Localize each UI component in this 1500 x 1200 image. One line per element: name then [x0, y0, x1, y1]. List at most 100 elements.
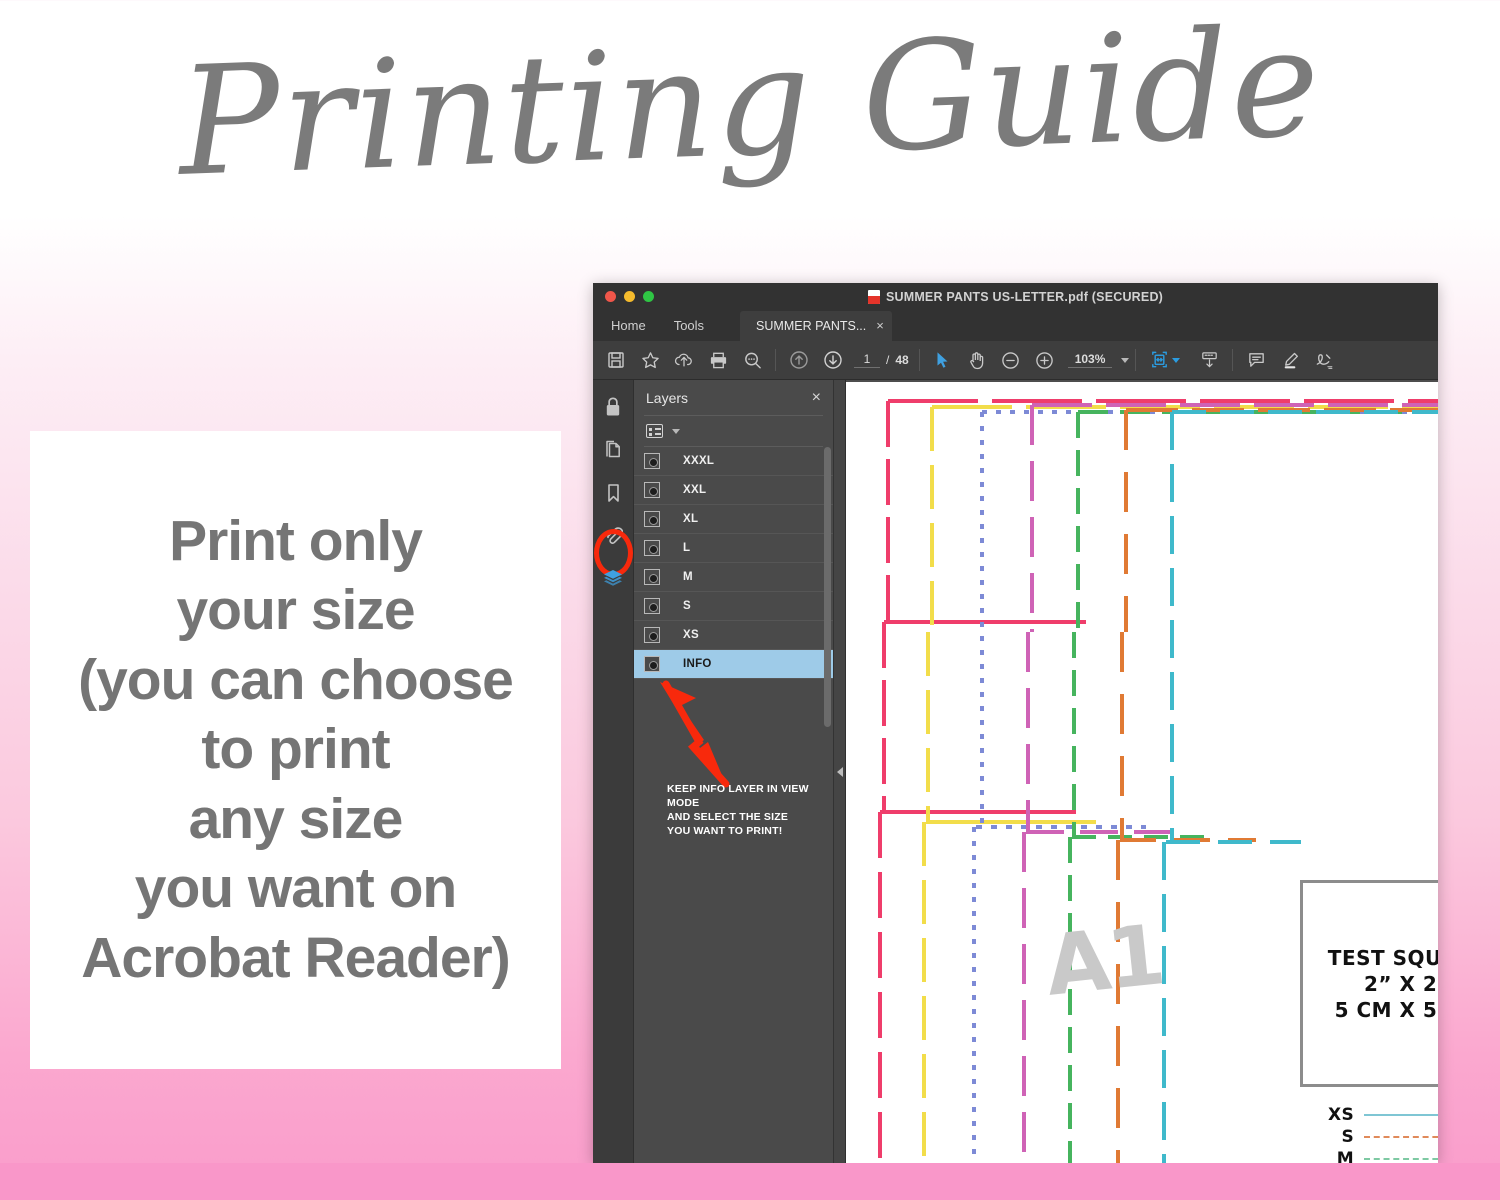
- layer-visibility-icon[interactable]: [644, 569, 660, 585]
- legend-label: M: [1306, 1149, 1354, 1163]
- info-card: Print only your size (you can choose to …: [30, 431, 561, 1069]
- security-lock-icon[interactable]: [598, 392, 628, 422]
- pdf-file-icon: [868, 290, 880, 304]
- pdf-page: A1 TEST SQUARE 2” X 2” 5 CM X 5 CM XS S …: [846, 382, 1438, 1163]
- layer-name: XXXL: [683, 455, 714, 467]
- annotation-text: KEEP INFO LAYER IN VIEW MODE AND SELECT …: [667, 783, 833, 838]
- bookmarks-icon[interactable]: [598, 478, 628, 508]
- layer-name: XS: [683, 629, 699, 641]
- layers-panel: Layers × XXXL XXL XL: [634, 380, 834, 1163]
- page-separator: /: [886, 353, 889, 367]
- legend-label: S: [1306, 1127, 1354, 1147]
- layer-visibility-icon[interactable]: [644, 482, 660, 498]
- bottom-color-band: [0, 1163, 1500, 1200]
- layer-row-selected[interactable]: INFO: [634, 650, 833, 679]
- layer-row[interactable]: XXXL: [634, 447, 833, 476]
- tab-home[interactable]: Home: [597, 311, 660, 341]
- layer-row[interactable]: XS: [634, 621, 833, 650]
- layer-row[interactable]: XXL: [634, 476, 833, 505]
- toolbar-divider: [1232, 349, 1233, 371]
- comment-icon[interactable]: [1239, 343, 1273, 377]
- tab-tools[interactable]: Tools: [660, 311, 718, 341]
- zoom-in-icon[interactable]: [1028, 343, 1062, 377]
- page-navigation: 1 / 48: [854, 352, 909, 368]
- chevron-down-icon[interactable]: [672, 429, 680, 434]
- layer-name: M: [683, 571, 693, 583]
- tab-document-label: SUMMER PANTS...: [756, 319, 866, 333]
- window-title: SUMMER PANTS US-LETTER.pdf (SECURED): [886, 290, 1163, 304]
- info-card-text: Print only your size (you can choose to …: [72, 507, 519, 994]
- layers-panel-title: Layers: [646, 390, 688, 406]
- window-title-group: SUMMER PANTS US-LETTER.pdf (SECURED): [593, 283, 1438, 310]
- chevron-left-icon: [837, 767, 843, 777]
- layer-name: L: [683, 542, 690, 554]
- layers-options-bar: [634, 416, 833, 446]
- tab-document[interactable]: SUMMER PANTS... ×: [740, 311, 892, 341]
- document-viewport[interactable]: A1 TEST SQUARE 2” X 2” 5 CM X 5 CM XS S …: [846, 380, 1438, 1163]
- legend-label: XS: [1306, 1105, 1354, 1125]
- annotation-arrow-icon: [652, 680, 747, 795]
- layer-name: XXL: [683, 484, 706, 496]
- navigation-rail: [593, 380, 634, 1163]
- select-cursor-icon[interactable]: [926, 343, 960, 377]
- test-square-text: TEST SQUARE 2” X 2” 5 CM X 5 CM: [1303, 945, 1438, 1023]
- zoom-out-icon[interactable]: [994, 343, 1028, 377]
- toolbar-divider: [919, 349, 920, 371]
- tab-strip: Home Tools SUMMER PANTS... ×: [593, 310, 1438, 341]
- toolbar: 1 / 48 103%: [593, 341, 1438, 380]
- layer-options-icon[interactable]: [646, 424, 663, 438]
- cloud-upload-icon[interactable]: [667, 343, 701, 377]
- layers-panel-header: Layers ×: [634, 380, 833, 415]
- layer-visibility-icon[interactable]: [644, 511, 660, 527]
- legend-row: M: [1306, 1148, 1438, 1163]
- previous-page-icon[interactable]: [782, 343, 816, 377]
- layer-name: XL: [683, 513, 698, 525]
- acrobat-reader-window: SUMMER PANTS US-LETTER.pdf (SECURED) Hom…: [593, 283, 1438, 1163]
- page-number-input[interactable]: 1: [854, 352, 880, 368]
- legend-line: [1364, 1114, 1438, 1116]
- fit-dropdown-chevron-icon[interactable]: [1172, 358, 1180, 363]
- close-icon[interactable]: ×: [876, 318, 884, 333]
- layer-row[interactable]: M: [634, 563, 833, 592]
- layer-visibility-icon[interactable]: [644, 598, 660, 614]
- sign-icon[interactable]: [1307, 343, 1341, 377]
- layer-visibility-icon[interactable]: [644, 656, 660, 672]
- layer-row[interactable]: L: [634, 534, 833, 563]
- zoom-level-value[interactable]: 103%: [1068, 352, 1113, 368]
- window-body: Layers × XXXL XXL XL: [593, 380, 1438, 1163]
- scroll-mode-icon[interactable]: [1192, 343, 1226, 377]
- zoom-control: 103%: [1068, 352, 1130, 368]
- layers-scrollbar[interactable]: [824, 447, 831, 727]
- layer-name: INFO: [683, 658, 712, 670]
- layers-icon[interactable]: [598, 564, 628, 594]
- print-icon[interactable]: [701, 343, 735, 377]
- fit-page-icon[interactable]: [1142, 343, 1176, 377]
- chevron-down-icon[interactable]: [1121, 358, 1129, 363]
- legend-row: XS: [1306, 1104, 1438, 1126]
- next-page-icon[interactable]: [816, 343, 850, 377]
- sheet-label: A1: [1041, 906, 1167, 1015]
- layer-visibility-icon[interactable]: [644, 627, 660, 643]
- test-square: TEST SQUARE 2” X 2” 5 CM X 5 CM: [1300, 880, 1438, 1087]
- toolbar-divider: [775, 349, 776, 371]
- save-icon[interactable]: [599, 343, 633, 377]
- legend-line: [1364, 1158, 1438, 1160]
- page-thumbnails-icon[interactable]: [598, 435, 628, 465]
- search-icon[interactable]: [735, 343, 769, 377]
- layer-row[interactable]: S: [634, 592, 833, 621]
- page-title: Printing Guide: [0, 0, 1500, 224]
- hand-icon[interactable]: [960, 343, 994, 377]
- highlighter-icon[interactable]: [1273, 343, 1307, 377]
- size-legend: XS S M L XL: [1306, 1104, 1438, 1163]
- layer-visibility-icon[interactable]: [644, 453, 660, 469]
- layer-row[interactable]: XL: [634, 505, 833, 534]
- close-icon[interactable]: ×: [812, 390, 821, 406]
- legend-row: S: [1306, 1126, 1438, 1148]
- layer-visibility-icon[interactable]: [644, 540, 660, 556]
- layers-list: XXXL XXL XL L M: [634, 447, 833, 679]
- window-titlebar: SUMMER PANTS US-LETTER.pdf (SECURED): [593, 283, 1438, 310]
- legend-line: [1364, 1136, 1438, 1138]
- page-total: 48: [895, 353, 908, 367]
- panel-collapse-handle[interactable]: [834, 380, 846, 1163]
- star-icon[interactable]: [633, 343, 667, 377]
